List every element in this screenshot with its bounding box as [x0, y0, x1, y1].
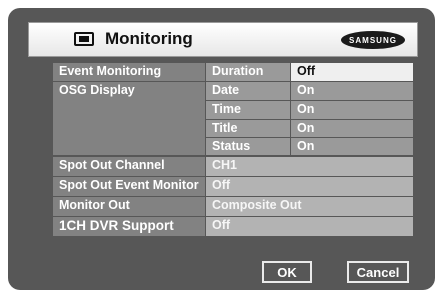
- duration-value[interactable]: Off: [291, 63, 413, 81]
- osd-status-label: Status: [206, 138, 290, 155]
- osd-title-value[interactable]: On: [291, 120, 413, 137]
- spot-out-channel-label: Spot Out Channel: [53, 157, 205, 176]
- monitor-out-label: Monitor Out: [53, 197, 205, 216]
- monitor-out-value[interactable]: Composite Out: [206, 197, 413, 216]
- samsung-logo: SAMSUNG: [341, 31, 405, 49]
- ok-button[interactable]: OK: [262, 261, 312, 283]
- osd-status-value[interactable]: On: [291, 138, 413, 155]
- duration-label: Duration: [206, 63, 290, 81]
- title-bar: Monitoring SAMSUNG: [28, 22, 418, 57]
- event-monitoring-label: Event Monitoring: [53, 63, 205, 81]
- spot-out-channel-value[interactable]: CH1: [206, 157, 413, 176]
- osd-time-value[interactable]: On: [291, 101, 413, 119]
- cancel-button[interactable]: Cancel: [347, 261, 409, 283]
- osd-date-value[interactable]: On: [291, 82, 413, 100]
- dvr-support-label: 1CH DVR Support: [53, 217, 205, 236]
- spot-out-event-monitor-label: Spot Out Event Monitor: [53, 177, 205, 196]
- spot-out-event-monitor-value[interactable]: Off: [206, 177, 413, 196]
- osd-time-label: Time: [206, 101, 290, 119]
- osd-display-label: OSG Display: [53, 82, 205, 155]
- monitor-icon: [74, 32, 94, 46]
- page-title: Monitoring: [105, 29, 193, 48]
- osd-date-label: Date: [206, 82, 290, 100]
- dvr-support-value[interactable]: Off: [206, 217, 413, 236]
- osd-title-label: Title: [206, 120, 290, 137]
